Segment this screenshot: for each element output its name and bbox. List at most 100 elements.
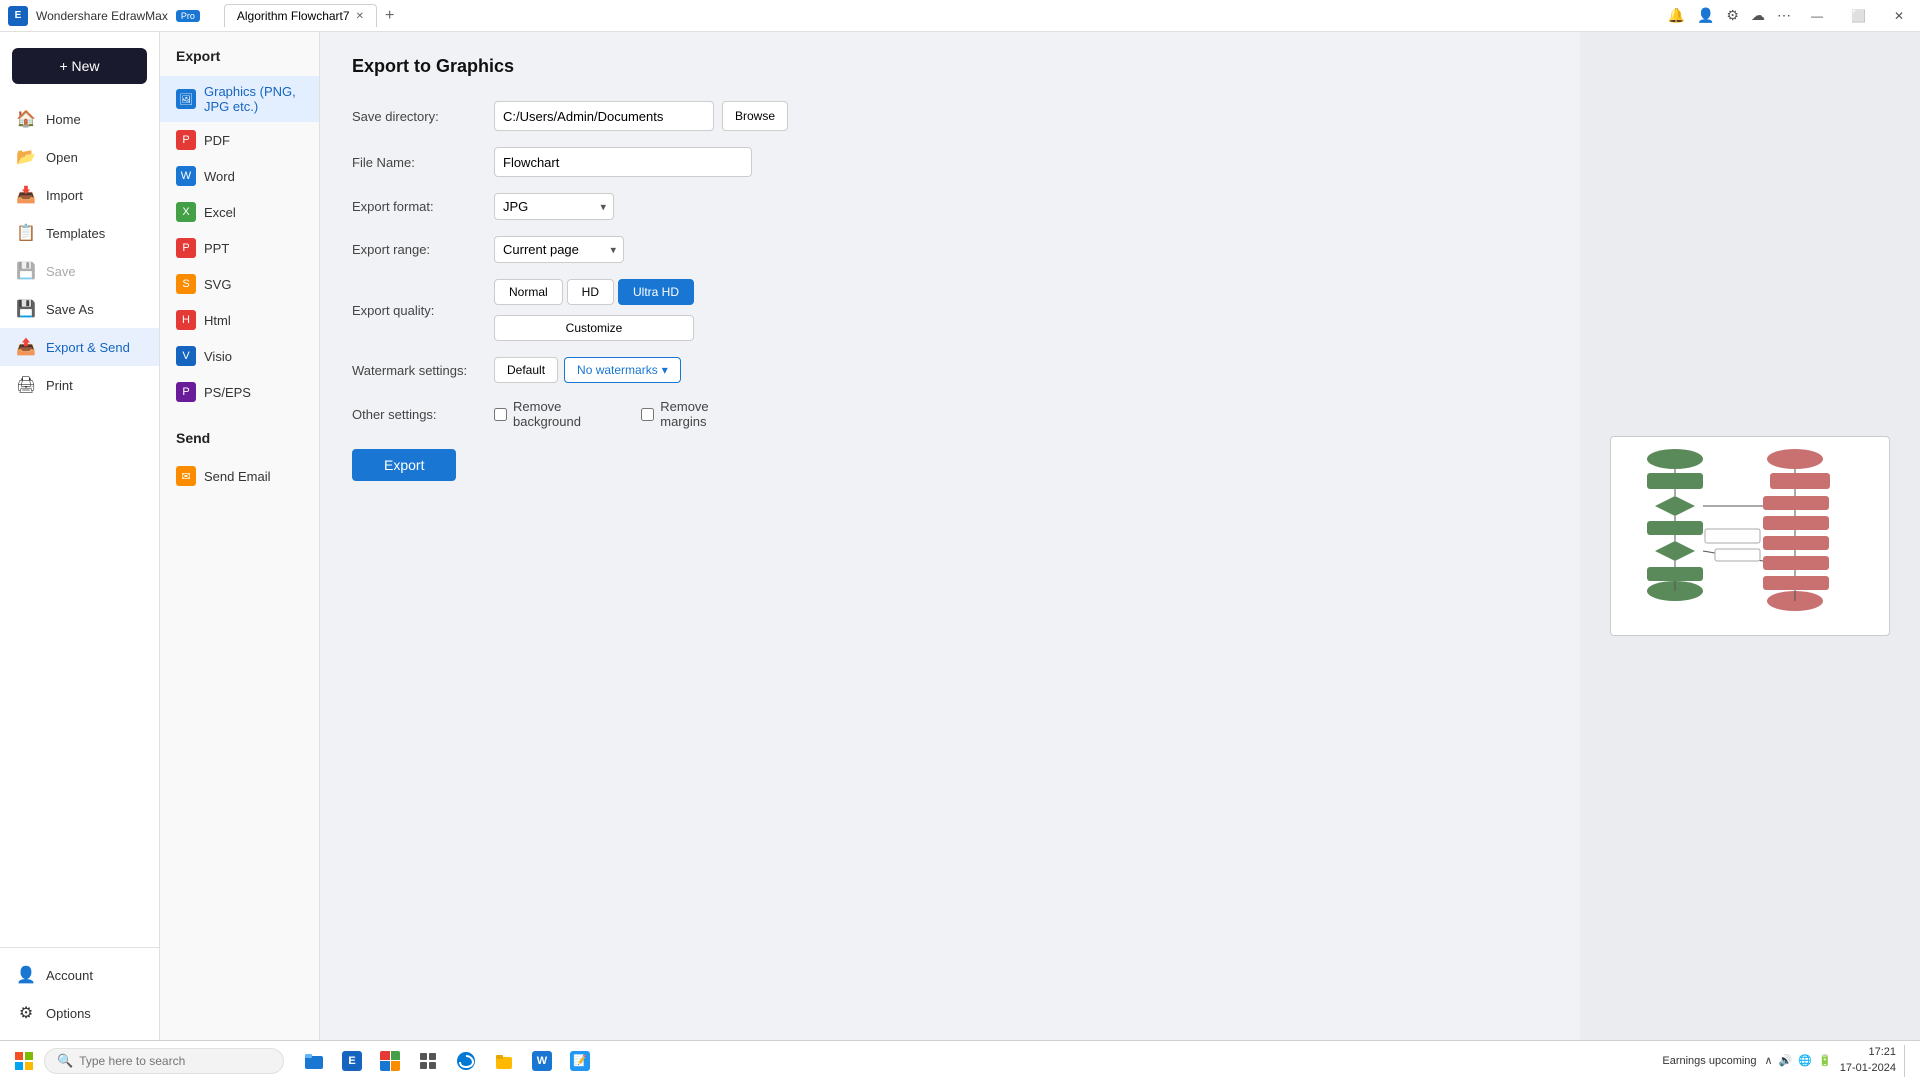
sidebar-item-account[interactable]: 👤 Account	[0, 956, 159, 994]
taskbar-app-explorer[interactable]	[296, 1043, 332, 1079]
clock-time: 17:21	[1840, 1045, 1896, 1060]
export-item-html-label: Html	[204, 313, 231, 328]
sidebar-item-print[interactable]: 🖨 Print	[0, 366, 159, 404]
add-tab-button[interactable]: +	[379, 7, 400, 25]
export-range-select[interactable]: Current page All pages Selected objects	[494, 236, 624, 263]
remove-background-checkbox[interactable]: Remove background	[494, 399, 625, 429]
sidebar-item-home[interactable]: 🏠 Home	[0, 100, 159, 138]
export-button[interactable]: Export	[352, 449, 456, 481]
new-button[interactable]: + New	[12, 48, 147, 84]
send-email-item[interactable]: ✉ Send Email	[160, 458, 319, 494]
preview-image	[1610, 436, 1890, 636]
minimize-button[interactable]: —	[1803, 9, 1831, 23]
taskbar-clock[interactable]: 17:21 17-01-2024	[1840, 1045, 1896, 1076]
quality-section: Normal HD Ultra HD Customize	[494, 279, 694, 341]
taskbar-app-edge[interactable]	[448, 1043, 484, 1079]
maximize-button[interactable]: ⬜	[1843, 9, 1874, 23]
taskbar-app-colors[interactable]	[372, 1043, 408, 1079]
quality-normal-button[interactable]: Normal	[494, 279, 563, 305]
remove-margins-input[interactable]	[641, 408, 654, 421]
earnings-text[interactable]: Earnings upcoming	[1662, 1055, 1756, 1067]
sidebar-item-options-label: Options	[46, 1006, 91, 1021]
browse-button[interactable]: Browse	[722, 101, 788, 131]
send-section: Send ✉ Send Email	[160, 430, 319, 494]
export-item-pseps[interactable]: P PS/EPS	[160, 374, 319, 410]
quality-ultrahd-button[interactable]: Ultra HD	[618, 279, 694, 305]
tab-label: Algorithm Flowchart7	[237, 9, 350, 23]
sidebar-item-open[interactable]: 📂 Open	[0, 138, 159, 176]
sidebar-item-save-as[interactable]: 💾 Save As	[0, 290, 159, 328]
tab-close-icon[interactable]: ✕	[356, 11, 364, 22]
sidebar-item-import[interactable]: 📥 Import	[0, 176, 159, 214]
export-item-ppt[interactable]: P PPT	[160, 230, 319, 266]
export-item-svg-label: SVG	[204, 277, 231, 292]
export-item-pdf[interactable]: P PDF	[160, 122, 319, 158]
remove-margins-checkbox[interactable]: Remove margins	[641, 399, 752, 429]
sidebar-item-export-label: Export & Send	[46, 340, 130, 355]
export-item-graphics[interactable]: 🖼 Graphics (PNG, JPG etc.)	[160, 76, 319, 122]
settings-icon[interactable]: ⚙	[1726, 7, 1739, 24]
sidebar: + New 🏠 Home 📂 Open 📥 Import 📋 Templates…	[0, 32, 160, 1040]
tray-chevron[interactable]: ∧	[1765, 1054, 1773, 1067]
ppt-icon: P	[176, 238, 196, 258]
close-button[interactable]: ✕	[1886, 9, 1912, 23]
save-directory-input[interactable]	[494, 101, 714, 131]
explorer-icon	[304, 1051, 324, 1071]
clock-date: 17-01-2024	[1840, 1061, 1896, 1076]
taskbar-app-word[interactable]: W	[524, 1043, 560, 1079]
taskbar-search-input[interactable]	[79, 1054, 259, 1068]
more-icon[interactable]: ⋯	[1777, 7, 1791, 24]
show-desktop-button[interactable]	[1904, 1045, 1908, 1077]
cloud-icon[interactable]: ☁	[1751, 7, 1765, 24]
sidebar-item-options[interactable]: ⚙ Options	[0, 994, 159, 1032]
colors-icon	[380, 1051, 400, 1071]
taskbar-app-task-view[interactable]	[410, 1043, 446, 1079]
sidebar-item-save-label: Save	[46, 264, 76, 279]
taskbar-apps: E	[296, 1043, 598, 1079]
active-tab[interactable]: Algorithm Flowchart7 ✕	[224, 4, 377, 27]
titlebar-right: 🔔 👤 ⚙ ☁ ⋯ — ⬜ ✕	[1668, 7, 1912, 24]
network-icon[interactable]: 🌐	[1798, 1054, 1812, 1067]
file-name-input[interactable]	[494, 147, 752, 177]
pseps-icon: P	[176, 382, 196, 402]
export-item-word[interactable]: W Word	[160, 158, 319, 194]
bell-icon[interactable]: 🔔	[1668, 7, 1685, 24]
word-icon: W	[176, 166, 196, 186]
battery-icon[interactable]: 🔋	[1818, 1054, 1832, 1067]
export-item-excel-label: Excel	[204, 205, 236, 220]
directory-input-group: Browse	[494, 101, 788, 131]
export-item-word-label: Word	[204, 169, 235, 184]
export-range-row: Export range: Current page All pages Sel…	[352, 236, 752, 263]
speaker-icon[interactable]: 🔊	[1779, 1054, 1793, 1067]
sidebar-item-open-label: Open	[46, 150, 78, 165]
taskbar-app-notepad[interactable]: 📝	[562, 1043, 598, 1079]
svg-icon: S	[176, 274, 196, 294]
sidebar-item-templates[interactable]: 📋 Templates	[0, 214, 159, 252]
templates-icon: 📋	[16, 223, 36, 243]
export-item-excel[interactable]: X Excel	[160, 194, 319, 230]
quality-hd-button[interactable]: HD	[567, 279, 614, 305]
export-item-html[interactable]: H Html	[160, 302, 319, 338]
notepad-taskbar-icon: 📝	[570, 1051, 590, 1071]
taskbar-search-bar[interactable]: 🔍	[44, 1048, 284, 1074]
export-form: Save directory: Browse File Name: Export…	[352, 101, 752, 429]
export-item-svg[interactable]: S SVG	[160, 266, 319, 302]
taskbar-app-edrawmax[interactable]: E	[334, 1043, 370, 1079]
watermark-none-button[interactable]: No watermarks ▾	[564, 357, 681, 383]
customize-button[interactable]: Customize	[494, 315, 694, 341]
sidebar-item-export-send[interactable]: 📤 Export & Send	[0, 328, 159, 366]
export-format-select[interactable]: JPG PNG BMP GIF TIFF SVG	[494, 193, 614, 220]
account-icon[interactable]: 👤	[1697, 7, 1714, 24]
account-sidebar-icon: 👤	[16, 965, 36, 985]
export-item-visio[interactable]: V Visio	[160, 338, 319, 374]
watermark-none-label: No watermarks	[577, 363, 658, 377]
main-form-panel: Export to Graphics Save directory: Brows…	[320, 32, 1580, 1040]
taskbar-app-files[interactable]	[486, 1043, 522, 1079]
remove-background-input[interactable]	[494, 408, 507, 421]
watermark-default-button[interactable]: Default	[494, 357, 558, 383]
html-icon: H	[176, 310, 196, 330]
export-quality-row: Export quality: Normal HD Ultra HD Custo…	[352, 279, 752, 341]
start-button[interactable]	[8, 1045, 40, 1077]
sidebar-item-import-label: Import	[46, 188, 83, 203]
sidebar-item-save[interactable]: 💾 Save	[0, 252, 159, 290]
